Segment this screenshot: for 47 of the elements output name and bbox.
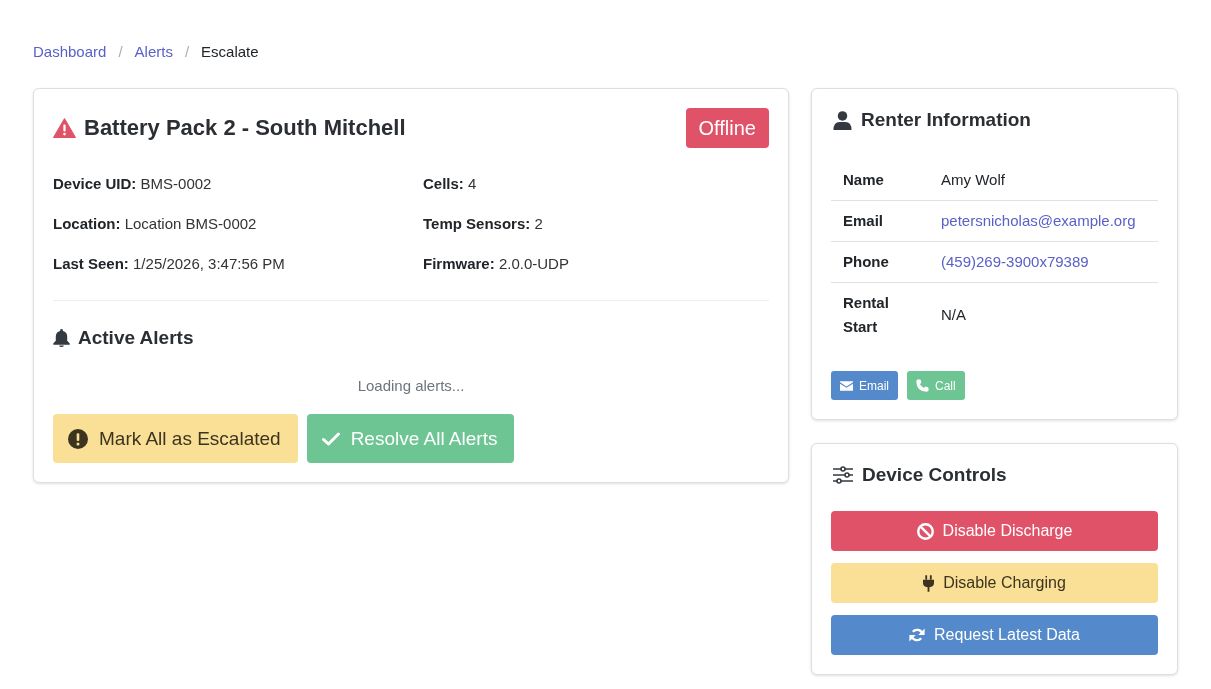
bell-icon [53, 329, 70, 347]
sync-icon [909, 627, 926, 643]
field-value: 4 [468, 175, 477, 192]
field-label: Device UID: [53, 175, 137, 192]
field-label: Last Seen: [53, 255, 129, 272]
row-label: Email [843, 212, 884, 229]
check-icon [321, 431, 340, 446]
sliders-icon [833, 466, 853, 484]
field-value: 1/25/2026, 3:47:56 PM [133, 255, 285, 272]
plug-icon [923, 574, 935, 592]
row-label: Phone [843, 253, 889, 270]
device-title: Battery Pack 2 - South Mitchell [84, 114, 406, 142]
field-value: 2.0.0-UDP [498, 255, 569, 272]
card-heading: Device Controls [862, 464, 1007, 486]
breadcrumb-link[interactable]: Dashboard [33, 41, 107, 63]
phone-icon [916, 379, 929, 392]
breadcrumb-separator: / [183, 42, 191, 62]
disable-charging-button[interactable]: Disable Charging [831, 563, 1158, 603]
email-link[interactable]: petersnicholas@example.org [941, 212, 1136, 229]
field-label: Firmware: [423, 255, 495, 272]
breadcrumb-current: Escalate [201, 42, 259, 62]
card-heading: Renter Information [861, 109, 1031, 131]
field-value: 2 [534, 215, 543, 232]
field-value: Location BMS-0002 [124, 215, 257, 232]
field-label: Cells: [423, 175, 464, 192]
row-label: Rental Start [843, 294, 889, 335]
section-heading: Active Alerts [78, 326, 194, 350]
person-icon [833, 110, 852, 130]
ban-icon [916, 522, 934, 540]
breadcrumb-separator: / [117, 42, 124, 62]
warning-icon [53, 118, 76, 138]
exclamation-circle-icon [68, 428, 88, 449]
field-label: Temp Sensors: [423, 215, 531, 232]
disable-discharge-button[interactable]: Disable Discharge [831, 511, 1158, 551]
row-value: Amy Wolf [941, 171, 1005, 188]
status-badge: Offline [685, 108, 769, 148]
phone-link[interactable]: (459)269-3900x79389 [941, 253, 1089, 270]
breadcrumb-link[interactable]: Alerts [134, 41, 173, 63]
row-value: N/A [941, 306, 966, 323]
row-label: Name [843, 171, 884, 188]
request-data-button[interactable]: Request Latest Data [831, 615, 1158, 655]
envelope-icon [840, 380, 853, 391]
mark-escalated-button[interactable]: Mark All as Escalated [53, 414, 298, 463]
email-button[interactable]: Email [831, 371, 898, 400]
loading-text: Loading alerts... [357, 376, 465, 396]
field-value: BMS-0002 [140, 175, 212, 192]
field-label: Location: [53, 215, 121, 232]
